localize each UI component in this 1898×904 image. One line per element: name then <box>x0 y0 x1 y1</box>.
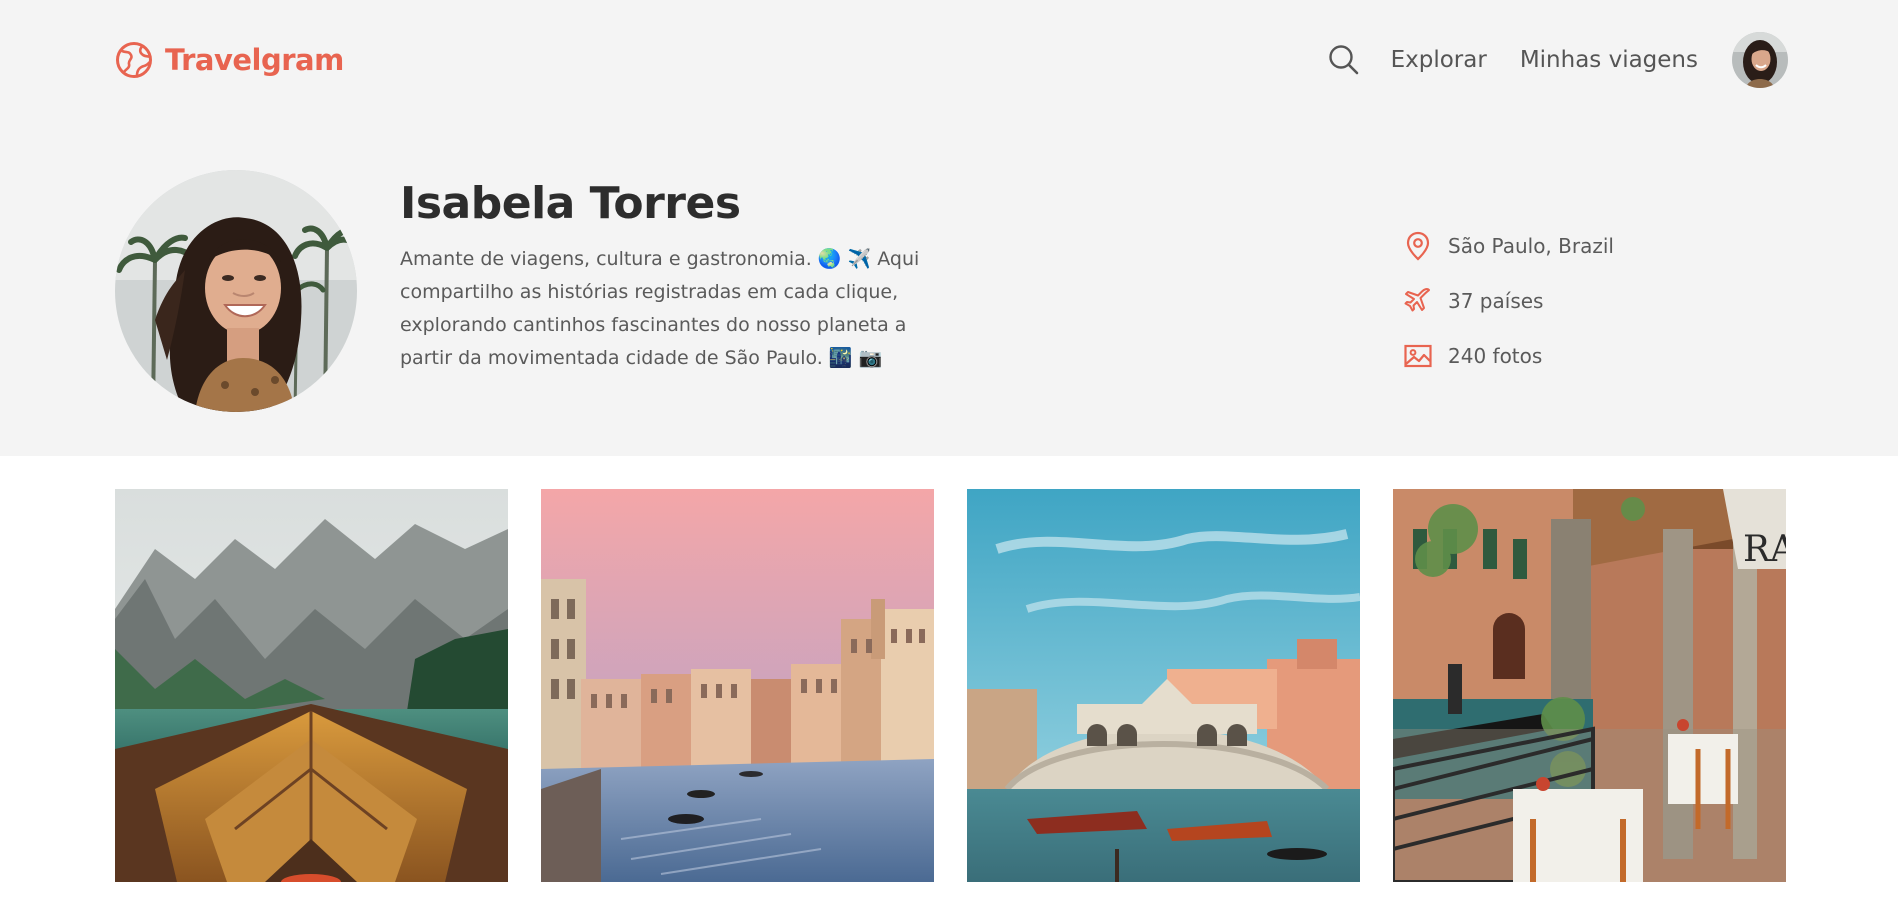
brand-name: Travelgram <box>165 43 344 77</box>
profile-stats: São Paulo, Brazil 37 países 240 fotos <box>1402 218 1614 383</box>
map-pin-icon <box>1402 230 1434 262</box>
profile-bio: Amante de viagens, cultura e gastronomia… <box>400 247 920 369</box>
search-icon[interactable] <box>1327 43 1361 77</box>
stat-countries-text: 37 países <box>1448 288 1544 313</box>
nav-link-explorar[interactable]: Explorar <box>1391 47 1487 73</box>
stat-location: São Paulo, Brazil <box>1402 218 1614 273</box>
nav-link-minhas-viagens[interactable]: Minhas viagens <box>1520 47 1698 73</box>
photo-boat-mountain-lake[interactable] <box>115 489 508 882</box>
stat-location-text: São Paulo, Brazil <box>1448 233 1614 258</box>
stat-photos: 240 fotos <box>1402 328 1614 383</box>
globe-icon <box>115 41 153 79</box>
user-avatar[interactable] <box>1732 32 1788 88</box>
svg-text:RA: RA <box>1743 529 1786 570</box>
photo-venice-canal-cafe[interactable]: RA <box>1393 489 1786 882</box>
profile-header-section: Travelgram Explorar Minhas viagens Isabe… <box>0 0 1898 456</box>
photo-rialto-bridge[interactable] <box>967 489 1360 882</box>
image-icon <box>1402 340 1434 372</box>
profile-card: Isabela Torres Amante de viagens, cultur… <box>115 170 1788 415</box>
profile-avatar <box>115 170 357 412</box>
top-navbar: Travelgram Explorar Minhas viagens <box>115 30 1788 90</box>
airplane-icon <box>1402 285 1434 317</box>
photo-venice-canal-sunset[interactable] <box>541 489 934 882</box>
nav-actions: Explorar Minhas viagens <box>1327 32 1788 88</box>
stat-photos-text: 240 fotos <box>1448 343 1543 368</box>
profile-name: Isabela Torres <box>400 178 741 229</box>
stat-countries: 37 países <box>1402 273 1614 328</box>
brand[interactable]: Travelgram <box>115 41 344 79</box>
photo-gallery: RA <box>115 489 1788 882</box>
profile-info: Isabela Torres Amante de viagens, cultur… <box>400 170 960 375</box>
